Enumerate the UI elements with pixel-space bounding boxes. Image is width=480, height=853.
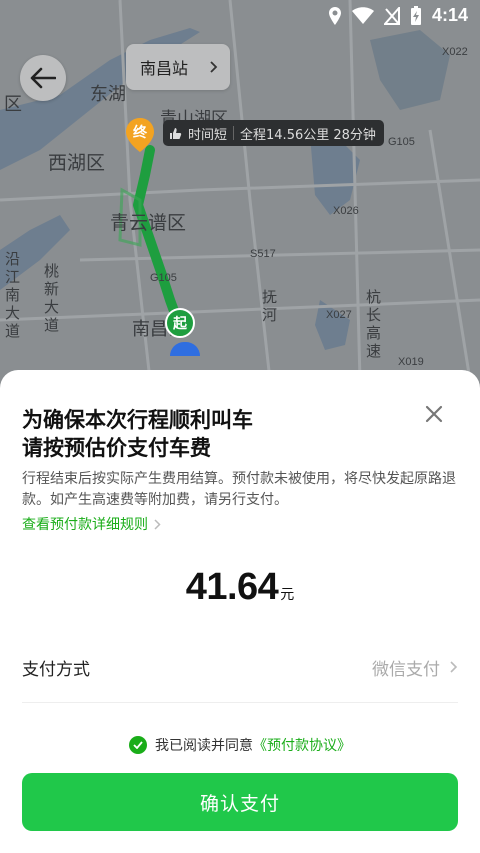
route-line (133, 145, 183, 327)
battery-charging-icon (410, 5, 421, 25)
agreement-link[interactable]: 《预付款协议》 (253, 735, 351, 755)
confirm-payment-button[interactable]: 确认支付 (22, 773, 458, 831)
agreement-row: 我已阅读并同意 《预付款协议》 (0, 735, 480, 755)
payment-method-name: 微信支付 (372, 659, 440, 680)
pill-divider (233, 126, 235, 140)
sheet-title: 为确保本次行程顺利叫车 请按预估价支付车费 (22, 406, 253, 462)
end-marker-label: 终 (133, 125, 147, 141)
amount-value: 41.64 (185, 566, 279, 608)
station-chip[interactable]: 南昌站 (126, 44, 230, 90)
status-bar: 4:14 (0, 0, 480, 32)
chevron-right-icon (210, 61, 218, 73)
map-street-label: 抚河 (262, 288, 278, 324)
map-district-label: 青云谱区 (110, 212, 187, 234)
road-tag: X026 (333, 205, 359, 217)
wifi-icon (351, 6, 374, 24)
sheet-title-line2: 请按预估价支付车费 (22, 436, 211, 460)
chevron-right-icon (154, 518, 161, 530)
road-tag: X019 (398, 356, 424, 368)
map-district-label: 东湖 (90, 84, 126, 105)
location-icon (328, 6, 341, 25)
payment-method-label: 支付方式 (22, 659, 90, 680)
prepay-description: 行程结束后按实际产生费用结算。预付款未被使用，将尽快发起原路退款。如产生高速费等… (22, 471, 456, 508)
status-time: 4:14 (431, 5, 468, 25)
route-tag-text: 时间短 (188, 127, 228, 143)
close-button[interactable] (420, 400, 448, 428)
divider (22, 702, 458, 703)
map-district-label: 区 (4, 94, 22, 115)
road-tag: X022 (442, 46, 468, 58)
payment-method-row[interactable]: 支付方式 微信支付 (22, 647, 458, 687)
agree-checkbox[interactable] (129, 736, 147, 754)
sheet-title-line1: 为确保本次行程顺利叫车 (22, 408, 253, 432)
chevron-right-icon (450, 661, 458, 673)
close-icon (425, 405, 443, 423)
lake-shape-2 (370, 30, 450, 110)
station-name: 南昌站 (140, 59, 189, 78)
prepay-sheet: 为确保本次行程顺利叫车 请按预估价支付车费 行程结束后按实际产生费用结算。预付款… (0, 370, 480, 853)
map-district-label: 西湖区 (48, 152, 106, 174)
amount-unit: 元 (280, 587, 295, 603)
amount-display: 41.64 元 (0, 566, 480, 609)
payment-method-value: 微信支付 (372, 655, 458, 680)
thumbs-up-icon (170, 127, 182, 139)
road-tag: S517 (250, 248, 276, 260)
map-street-label: 桃新大道 (44, 262, 60, 334)
back-button[interactable] (20, 55, 66, 101)
start-marker-label: 起 (173, 316, 187, 332)
arrow-left-icon (30, 67, 56, 89)
rules-link[interactable]: 查看预付款详细规则 (22, 514, 161, 534)
route-info-pill: 时间短 全程14.56公里 28分钟 (163, 120, 384, 146)
road-tag: G105 (388, 136, 415, 148)
road-tag: X027 (326, 309, 352, 321)
map-street-label: 杭长高速 (366, 288, 382, 360)
map-street-label: 沿江南大道 (5, 250, 21, 340)
agree-text: 我已阅读并同意 (155, 738, 253, 754)
road-tag: G105 (150, 272, 177, 284)
rules-link-label: 查看预付款详细规则 (22, 517, 148, 533)
route-summary: 全程14.56公里 28分钟 (240, 127, 376, 143)
checkmark-icon (133, 741, 143, 749)
no-signal-icon (383, 6, 400, 25)
end-marker: 终 (126, 118, 154, 152)
start-marker: 起 (165, 308, 195, 338)
